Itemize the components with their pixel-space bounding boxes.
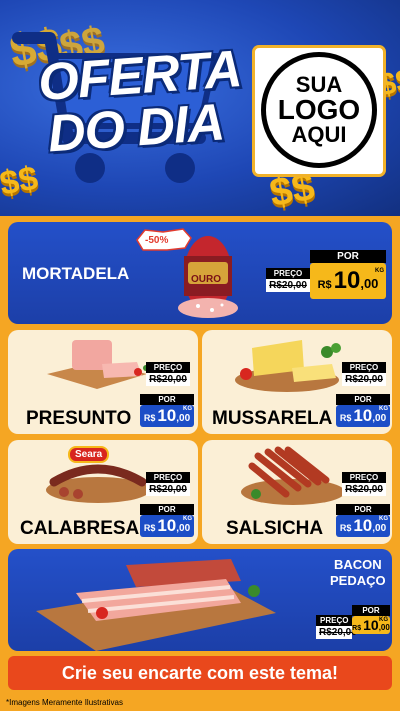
- new-price-tag: POR R$ 10 ,00 KG: [310, 250, 386, 299]
- price-cents: ,00: [372, 413, 387, 424]
- page-title: OFERTA DO DIA: [36, 40, 243, 164]
- unit-label: KG: [183, 516, 192, 522]
- price-integer: 10: [363, 617, 379, 633]
- hero-banner: $$ $$ $$ $$ $$ OFERTA DO DIA SUA LOGO AQ…: [0, 0, 400, 216]
- product-card-bacon: BACON PEDAÇO PREÇO R$20,00 POR R$ 10 ,00…: [8, 549, 392, 651]
- old-price-tag: PREÇO R$20,00: [316, 615, 357, 639]
- discount-text: -50%: [145, 235, 169, 246]
- price-label: PREÇO: [266, 268, 310, 279]
- old-price-tag: PREÇO R$20,00: [342, 472, 386, 496]
- price-integer: 10: [353, 516, 373, 535]
- por-label: POR: [140, 394, 194, 405]
- old-price: R$20,00: [266, 279, 310, 292]
- disclaimer: *Imagens Meramente Ilustrativas: [6, 698, 123, 707]
- cta-banner[interactable]: Crie seu encarte com este tema!: [8, 656, 392, 690]
- brand-logo: Seara: [68, 446, 110, 463]
- old-price: R$20,00: [342, 373, 386, 386]
- price-cents: ,00: [372, 523, 387, 534]
- product-name: CALABRESA: [20, 518, 140, 539]
- product-card: Seara PREÇO R$20,00 CALABRESA POR R$ 10 …: [8, 440, 198, 544]
- por-label: POR: [336, 504, 390, 515]
- currency: R$: [143, 413, 156, 423]
- unit-label: KG: [183, 406, 192, 412]
- unit-label: KG: [379, 516, 388, 522]
- featured-product-card: MORTADELA -50% OURO PREÇO R$20,00 POR R$…: [8, 222, 392, 324]
- new-price-tag: POR R$ 10 ,00 KG: [336, 394, 390, 427]
- bacon-image: [36, 559, 276, 651]
- product-name: MUSSARELA: [212, 408, 333, 429]
- product-card: PREÇO R$20,00 PRESUNTO POR R$ 10 ,00 KG: [8, 330, 198, 434]
- old-price-tag: PREÇO R$20,00: [146, 472, 190, 496]
- product-card: PREÇO R$20,00 SALSICHA POR R$ 10 ,00 KG: [202, 440, 392, 544]
- price-integer: 10: [157, 516, 177, 535]
- currency: R$: [143, 523, 156, 533]
- new-price-tag: POR R$ 10 ,00 KG: [352, 605, 390, 634]
- price-integer: 10: [353, 406, 373, 425]
- price-label: PREÇO: [342, 362, 386, 373]
- product-name: MORTADELA: [22, 264, 130, 283]
- currency: R$: [339, 413, 352, 423]
- por-label: POR: [140, 504, 194, 515]
- logo-text: SUA: [295, 72, 343, 97]
- price-label: PREÇO: [146, 472, 190, 483]
- old-price: R$20,00: [146, 483, 190, 496]
- logo-circle: SUA LOGO AQUI: [261, 52, 377, 168]
- salsicha-image: [241, 446, 345, 505]
- product-card: PREÇO R$20,00 MUSSARELA POR R$ 10 ,00 KG: [202, 330, 392, 434]
- price-cents: ,00: [360, 276, 379, 291]
- unit-label: KG: [375, 268, 384, 274]
- old-price: R$20,00: [342, 483, 386, 496]
- por-label: POR: [310, 250, 386, 263]
- unit-label: KG: [379, 617, 388, 623]
- currency: R$: [352, 625, 362, 632]
- new-price-tag: POR R$ 10 ,00 KG: [336, 504, 390, 537]
- unit-label: KG: [379, 406, 388, 412]
- price-label: PREÇO: [342, 472, 386, 483]
- product-name: PRESUNTO: [26, 408, 132, 429]
- brand-label: OURO: [191, 274, 221, 285]
- currency: R$: [317, 279, 332, 291]
- por-label: POR: [352, 605, 390, 616]
- new-price-tag: POR R$ 10 ,00 KG: [140, 394, 194, 427]
- old-price: R$20,00: [146, 373, 190, 386]
- new-price-tag: POR R$ 10 ,00 KG: [140, 504, 194, 537]
- old-price-tag: PREÇO R$20,00: [146, 362, 190, 386]
- price-cents: ,00: [176, 413, 191, 424]
- logo-placeholder: SUA LOGO AQUI: [255, 48, 383, 174]
- logo-text: LOGO: [277, 94, 361, 125]
- presunto-image: [47, 340, 149, 389]
- price-integer: 10: [157, 406, 177, 425]
- mussarela-image: [235, 340, 341, 392]
- price-label: PREÇO: [146, 362, 190, 373]
- price-integer: 10: [333, 267, 361, 294]
- price-cents: ,00: [378, 623, 390, 632]
- cta-text: Crie seu encarte com este tema!: [61, 662, 339, 683]
- price-label: PREÇO: [316, 615, 352, 626]
- old-price-tag: PREÇO R$20,00: [266, 268, 310, 292]
- product-name: SALSICHA: [226, 518, 324, 539]
- por-label: POR: [336, 394, 390, 405]
- old-price: R$20,00: [316, 626, 357, 639]
- price-cents: ,00: [176, 523, 191, 534]
- logo-text: AQUI: [291, 122, 347, 147]
- product-name: BACON PEDAÇO: [330, 557, 386, 588]
- old-price-tag: PREÇO R$20,00: [342, 362, 386, 386]
- currency: R$: [339, 523, 352, 533]
